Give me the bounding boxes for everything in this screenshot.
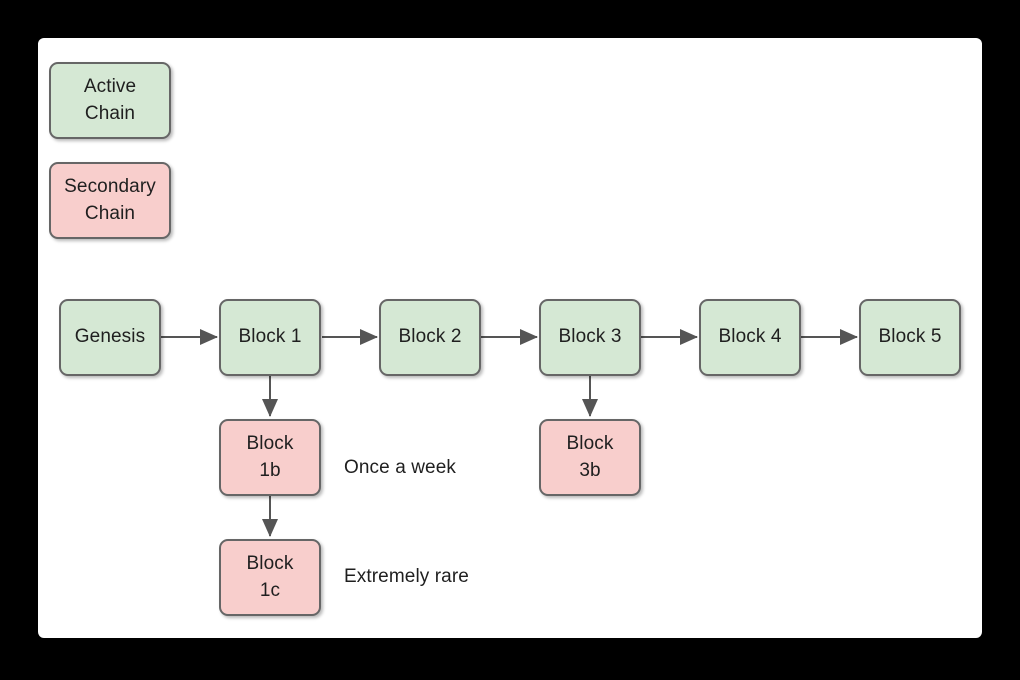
block-1b-label: Block 1b: [246, 433, 294, 481]
legend-secondary-chain: Secondary Chain: [49, 162, 171, 239]
block-1c[interactable]: Block 1c: [219, 539, 321, 616]
block-genesis[interactable]: Genesis: [59, 299, 161, 376]
block-genesis-label: Genesis: [74, 326, 146, 348]
block-1-label: Block 1: [238, 326, 302, 348]
block-3b-label: Block 3b: [566, 433, 614, 481]
block-3b[interactable]: Block 3b: [539, 419, 641, 496]
legend-secondary-chain-label: Secondary Chain: [64, 176, 156, 224]
block-4[interactable]: Block 4: [699, 299, 801, 376]
block-5[interactable]: Block 5: [859, 299, 961, 376]
annotation-once-a-week: Once a week: [344, 457, 456, 478]
block-5-label: Block 5: [878, 326, 942, 348]
block-1[interactable]: Block 1: [219, 299, 321, 376]
diagram-stage: Active Chain Secondary Chain Genesis Blo…: [0, 0, 1020, 680]
diagram-canvas: [38, 38, 982, 638]
block-4-label: Block 4: [718, 326, 782, 348]
annotation-extremely-rare: Extremely rare: [344, 566, 469, 587]
block-2-label: Block 2: [398, 326, 462, 348]
legend-active-chain-label: Active Chain: [83, 76, 137, 124]
block-3[interactable]: Block 3: [539, 299, 641, 376]
block-1b[interactable]: Block 1b: [219, 419, 321, 496]
block-1c-label: Block 1c: [246, 553, 294, 601]
legend-active-chain: Active Chain: [49, 62, 171, 139]
block-3-label: Block 3: [558, 326, 622, 348]
block-2[interactable]: Block 2: [379, 299, 481, 376]
